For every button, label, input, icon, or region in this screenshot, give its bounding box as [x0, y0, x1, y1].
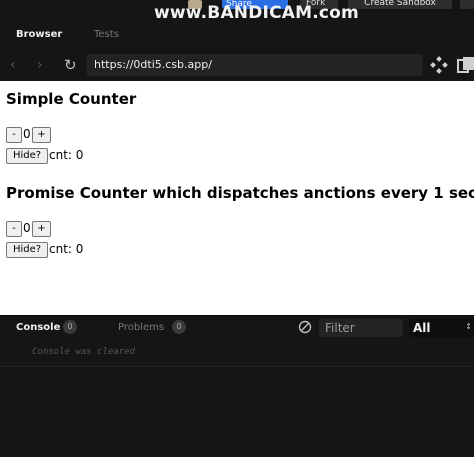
- log-level-select[interactable]: All ↕: [409, 319, 474, 337]
- log-level-value: All: [413, 321, 431, 335]
- header-edge: [460, 0, 474, 9]
- promise-counter-value: 0: [23, 221, 31, 235]
- devices-icon[interactable]: [430, 56, 448, 74]
- console-output: Console was cleared: [0, 340, 474, 457]
- problems-count-badge: 0: [172, 320, 186, 334]
- tab-console[interactable]: Console: [16, 322, 60, 333]
- clear-console-icon[interactable]: [298, 320, 312, 334]
- top-strip: Share Fork Create Sandbox www.BANDICAM.c…: [0, 0, 474, 23]
- preview-tabs: Browser Tests: [0, 24, 474, 48]
- create-sandbox-button[interactable]: Create Sandbox: [348, 0, 452, 9]
- promise-counter-title: Promise Counter which dispatches anction…: [6, 184, 474, 202]
- simple-cnt-text: cnt: 0: [49, 148, 84, 162]
- simple-counter-title: Simple Counter: [6, 90, 137, 108]
- arrow-left-icon[interactable]: ‹: [10, 58, 16, 72]
- url-text: https://0dti5.csb.app/: [94, 58, 212, 71]
- console-message: Console was cleared: [32, 347, 135, 357]
- console-count-badge: 0: [63, 320, 77, 334]
- simple-increment-button[interactable]: +: [32, 127, 51, 143]
- simple-counter-value: 0: [23, 127, 31, 141]
- promise-decrement-button[interactable]: -: [6, 221, 22, 237]
- chevron-updown-icon: ↕: [465, 322, 472, 331]
- address-bar[interactable]: https://0dti5.csb.app/: [87, 54, 423, 76]
- arrow-right-icon[interactable]: ›: [37, 58, 43, 72]
- tab-problems[interactable]: Problems: [118, 322, 164, 333]
- reload-icon[interactable]: ↻: [64, 58, 77, 73]
- recorder-watermark: www.BANDICAM.com: [154, 3, 359, 23]
- promise-hide-button[interactable]: Hide?: [6, 242, 48, 258]
- new-window-icon[interactable]: [456, 56, 474, 74]
- simple-hide-button[interactable]: Hide?: [6, 148, 48, 164]
- simple-decrement-button[interactable]: -: [6, 127, 22, 143]
- tab-tests[interactable]: Tests: [94, 29, 119, 40]
- console-row-divider: [0, 366, 474, 367]
- promise-increment-button[interactable]: +: [32, 221, 51, 237]
- promise-cnt-text: cnt: 0: [49, 242, 84, 256]
- preview-frame: Simple Counter - 0 + Hide? cnt: 0 Promis…: [0, 81, 474, 315]
- tab-browser[interactable]: Browser: [16, 29, 62, 40]
- console-filter-input[interactable]: Filter: [319, 319, 403, 337]
- filter-placeholder: Filter: [325, 321, 355, 335]
